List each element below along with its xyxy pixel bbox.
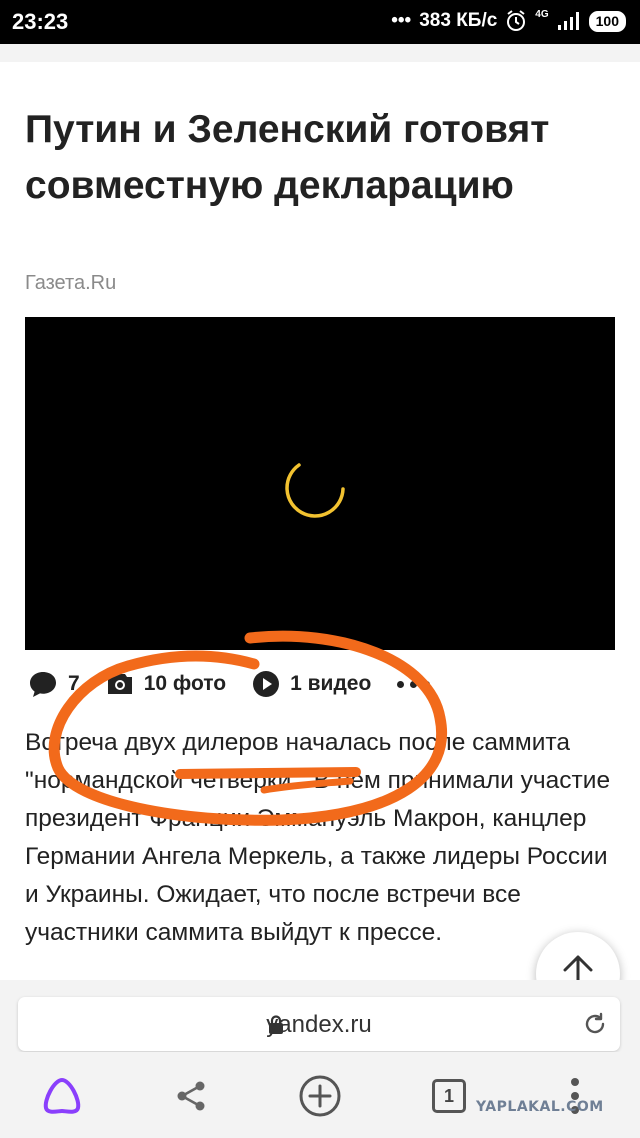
tabs-button[interactable]: 1 [427, 1074, 471, 1118]
battery-indicator: 100 [588, 10, 626, 32]
article-meta: 7 10 фото 1 видео [28, 670, 431, 698]
status-icons: ••• 383 КБ/с 4G 100 [391, 8, 626, 32]
notification-dots-icon: ••• [391, 10, 412, 31]
arrow-up-icon [563, 955, 593, 980]
network-type-label: 4G [535, 8, 549, 20]
share-icon [177, 1081, 205, 1111]
photos-count: 10 фото [143, 672, 227, 695]
comments-count: 7 [68, 672, 80, 695]
status-bar: 23:23 ••• 383 КБ/с 4G 100 [0, 0, 640, 44]
tab-count: 1 [443, 1085, 454, 1106]
tabs-icon: 1 [432, 1079, 466, 1113]
status-time: 23:23 [12, 9, 69, 34]
alice-icon [43, 1078, 81, 1114]
article-title: Путин и Зеленский готовят совместную дек… [25, 108, 550, 207]
alarm-clock-icon [507, 10, 526, 31]
reload-icon[interactable] [582, 1011, 608, 1037]
more-options-icon[interactable] [397, 680, 431, 688]
signal-icon [557, 12, 579, 30]
article-body: Встреча двух дилеров началась после самм… [25, 729, 611, 946]
address-bar[interactable]: yandex.ru [18, 997, 620, 1051]
article-source[interactable]: Газета.Ru [25, 272, 116, 295]
photos-link[interactable]: 10 фото [106, 672, 226, 696]
share-button[interactable] [169, 1074, 213, 1118]
videos-count: 1 видео [290, 672, 372, 695]
comments-link[interactable]: 7 [28, 670, 80, 698]
url-text: yandex.ru [266, 1011, 372, 1038]
comment-icon [30, 672, 56, 697]
play-icon [253, 671, 280, 697]
videos-link[interactable]: 1 видео [252, 670, 371, 698]
watermark: YAPLAKAL.COM [476, 1099, 604, 1115]
address-bar-area: yandex.ru [0, 980, 640, 1052]
article-page: Путин и Зеленский готовят совместную дек… [0, 62, 640, 980]
loading-spinner-icon [285, 463, 345, 518]
network-speed: 383 КБ/с [419, 10, 498, 31]
plus-circle-icon [299, 1075, 341, 1117]
alice-assistant-button[interactable] [40, 1074, 84, 1118]
new-tab-button[interactable] [298, 1074, 342, 1118]
camera-icon [107, 674, 132, 694]
browser-bottom-nav: 1 [0, 1052, 640, 1138]
video-player[interactable] [25, 317, 615, 650]
